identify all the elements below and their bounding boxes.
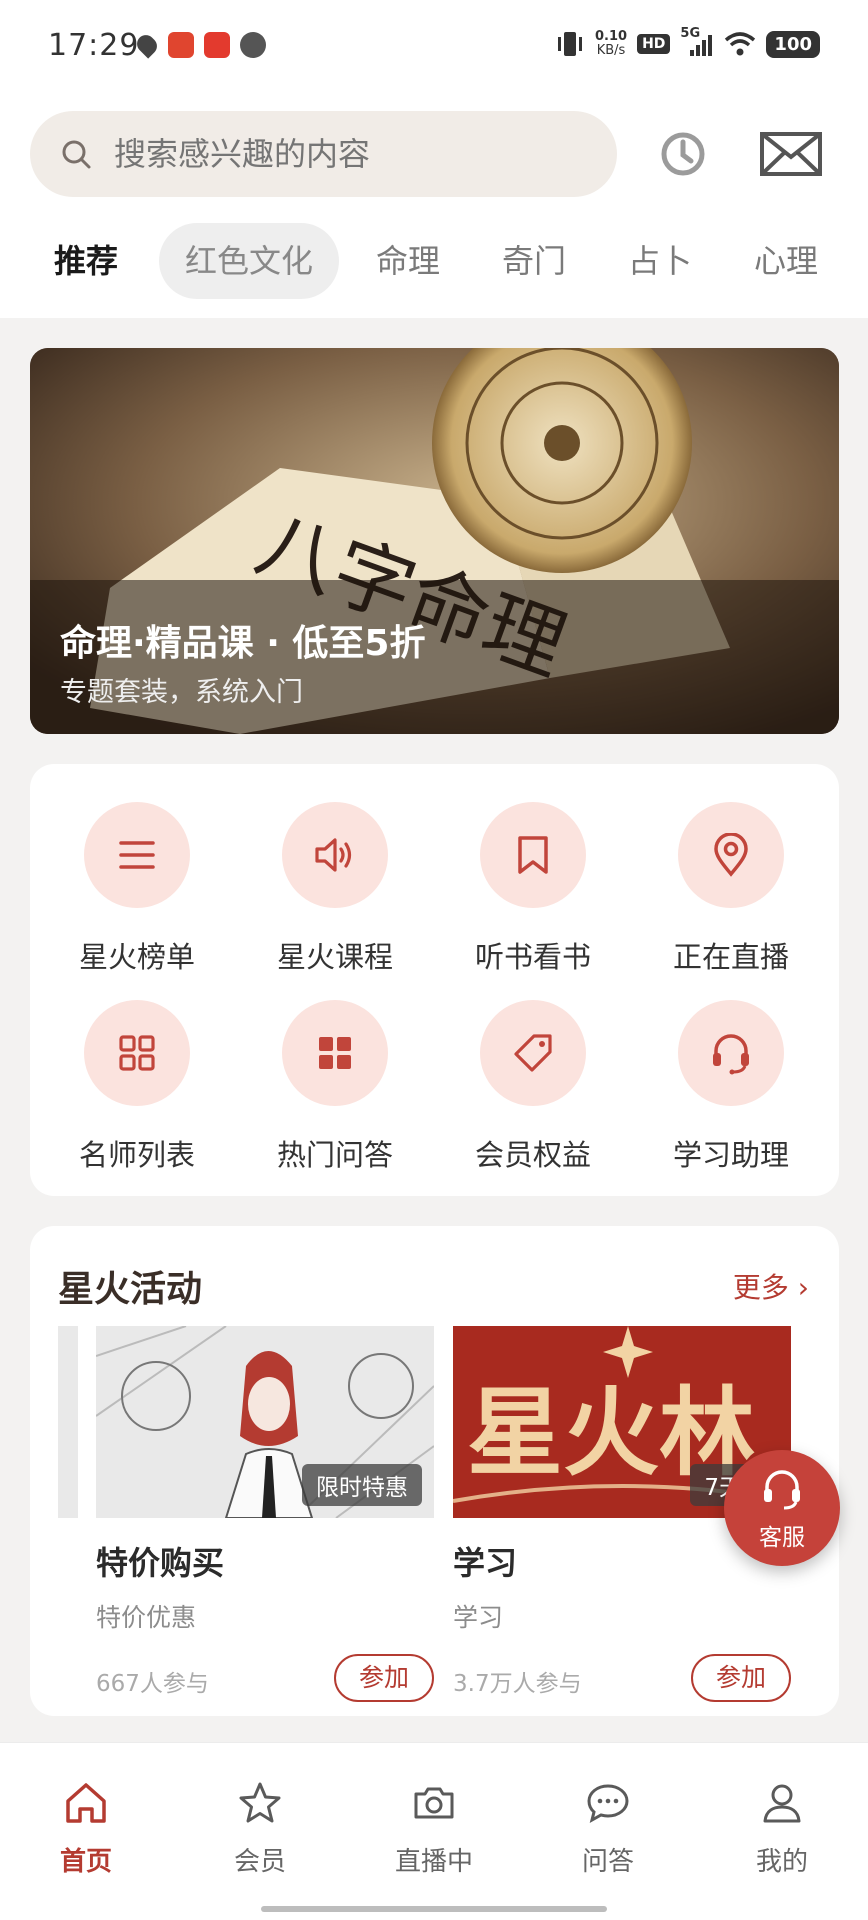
home-icon [66, 1783, 106, 1823]
join-button[interactable]: 参加 [691, 1654, 791, 1702]
nav-mine[interactable]: 我的 [712, 1779, 852, 1878]
nav-qa[interactable]: 问答 [538, 1779, 678, 1878]
hd-badge: HD [637, 34, 671, 54]
signal-icon: 5G [680, 26, 714, 58]
nav-home[interactable]: 首页 [16, 1779, 156, 1878]
bookmark-icon [518, 836, 548, 874]
home-indicator[interactable] [261, 1906, 607, 1912]
grid-item-books[interactable]: 听书看书 [453, 802, 613, 976]
status-time: 17:29 [48, 28, 140, 63]
tab-qimen[interactable]: 奇门 [502, 223, 566, 299]
grid-filled-icon [319, 1037, 351, 1069]
partial-card-left [58, 1326, 78, 1518]
banner-subtitle: 专题套装，系统入门 [60, 677, 303, 708]
activity-participants: 667人参与 [96, 1671, 209, 1697]
chat-icon [587, 1784, 629, 1823]
battery-indicator: 100 [766, 30, 820, 58]
nav-live[interactable]: 直播中 [364, 1779, 504, 1878]
status-bar: 17:29 0.10 KB/s HD 5G 100 [0, 0, 868, 95]
activity-tag: 限时特惠 [302, 1464, 422, 1506]
tag-icon [514, 1034, 552, 1072]
activities-section: 星火活动 更多 › 限时特惠 特价购买 特价优惠 667人参与 参加 星火林 学… [30, 1226, 839, 1716]
grid-item-member-benefits[interactable]: 会员权益 [453, 1000, 613, 1174]
search-icon [62, 140, 91, 169]
tab-recommend[interactable]: 推荐 [54, 223, 118, 299]
quick-entry-grid: 星火榜单 星火课程 听书看书 正在直播 名师列表 热门问答 会员权益 学习助理 [30, 764, 839, 1196]
headset-icon [713, 1034, 749, 1075]
toutiao-icon [204, 32, 230, 58]
grid-outline-icon [119, 1035, 155, 1071]
status-indicators: 0.10 KB/s HD 5G 100 [555, 26, 820, 58]
grid-item-ranking[interactable]: 星火榜单 [57, 802, 217, 976]
activity-card[interactable]: 限时特惠 特价购买 特价优惠 667人参与 参加 [96, 1326, 434, 1704]
tab-red-culture[interactable]: 红色文化 [159, 223, 340, 299]
banner-title: 命理·精品课 · 低至5折 [60, 623, 426, 664]
speaker-icon [315, 838, 352, 872]
promo-banner[interactable]: 八字命理 命理·精品课 · 低至5折 专题套装，系统入门 [30, 348, 839, 734]
net-speed: 0.10 KB/s [595, 29, 628, 58]
headset-icon [764, 1470, 800, 1510]
search-bar[interactable] [30, 111, 617, 197]
activity-desc: 特价优惠 [96, 1603, 197, 1632]
bottom-navigation: 首页 会员 直播中 问答 我的 [0, 1742, 868, 1920]
tab-xinli[interactable]: 心理 [754, 223, 818, 299]
activity-participants: 3.7万人参与 [453, 1671, 582, 1697]
activity-desc: 学习 [453, 1603, 504, 1632]
activity-name: 特价购买 [96, 1544, 225, 1582]
list-icon [119, 841, 155, 869]
customer-service-label: 客服 [759, 1525, 805, 1551]
camera-icon [414, 1787, 454, 1819]
location-icon [133, 31, 161, 59]
app-notification-icon [168, 32, 194, 58]
nav-member[interactable]: 会员 [190, 1779, 330, 1878]
location-pin-icon [714, 833, 748, 877]
history-icon[interactable] [660, 131, 706, 177]
category-tabs: 推荐 红色文化 命理 奇门 占卜 心理 [0, 223, 868, 303]
wechat-icon [240, 32, 266, 58]
user-icon [763, 1784, 801, 1823]
tab-mingli[interactable]: 命理 [376, 223, 440, 299]
search-input[interactable] [114, 135, 534, 173]
grid-item-hot-qa[interactable]: 热门问答 [255, 1000, 415, 1174]
wifi-icon [725, 32, 756, 56]
mail-icon[interactable] [760, 131, 822, 177]
activities-title: 星火活动 [58, 1269, 203, 1310]
customer-service-button[interactable]: 客服 [724, 1450, 840, 1566]
join-button[interactable]: 参加 [334, 1654, 434, 1702]
star-icon [239, 1782, 281, 1823]
header: 推荐 红色文化 命理 奇门 占卜 心理 [0, 95, 868, 318]
vibrate-icon [558, 32, 582, 56]
grid-item-live[interactable]: 正在直播 [651, 802, 811, 976]
activities-more-link[interactable]: 更多 › [733, 1266, 809, 1306]
status-notification-icons [133, 31, 266, 59]
grid-item-courses[interactable]: 星火课程 [255, 802, 415, 976]
activity-image: 限时特惠 [96, 1326, 434, 1518]
grid-item-study-assistant[interactable]: 学习助理 [651, 1000, 811, 1174]
grid-item-teachers[interactable]: 名师列表 [57, 1000, 217, 1174]
tab-zhanbu[interactable]: 占卜 [628, 223, 692, 299]
